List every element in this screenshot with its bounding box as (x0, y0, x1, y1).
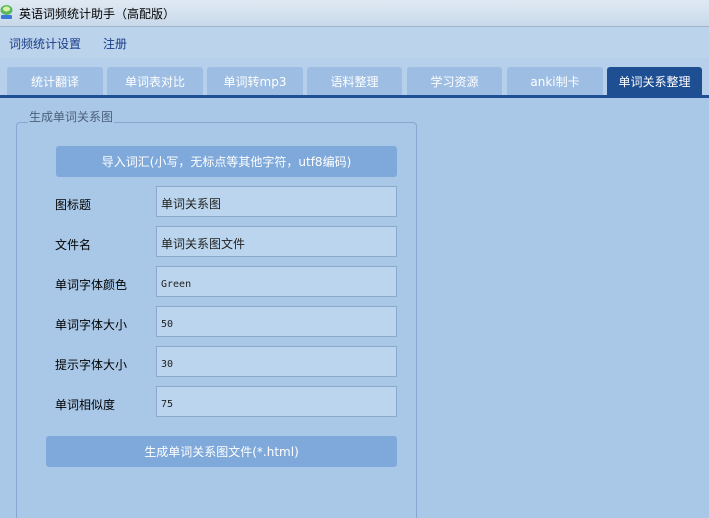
chart-title-input[interactable] (156, 186, 397, 217)
menu-item-register[interactable]: 注册 (103, 35, 127, 52)
menu-bar: 词频统计设置 注册 (0, 27, 709, 58)
window-title: 英语词频统计助手（高配版） (19, 7, 176, 21)
tab-wordlist-compare[interactable]: 单词表对比 (107, 67, 203, 95)
word-font-color-label: 单词字体颜色 (55, 278, 128, 292)
tab-bar: 统计翻译 单词表对比 单词转mp3 语料整理 学习资源 anki制卡 单词关系整… (0, 58, 709, 98)
chart-title-label: 图标题 (55, 198, 92, 212)
import-vocabulary-button[interactable]: 导入词汇(小写，无标点等其他字符，utf8编码) (56, 146, 397, 177)
word-font-color-input[interactable] (156, 266, 397, 297)
tab-label: 学习资源 (430, 74, 479, 89)
tab-word-relations[interactable]: 单词关系整理 (607, 67, 702, 95)
tab-learning-resources[interactable]: 学习资源 (407, 67, 502, 95)
file-name-input[interactable] (156, 226, 397, 257)
generate-relation-file-button[interactable]: 生成单词关系图文件(*.html) (46, 436, 397, 467)
menu-item-frequency-settings[interactable]: 词频统计设置 (9, 35, 81, 52)
word-similarity-label: 单词相似度 (55, 398, 116, 412)
hint-font-size-input[interactable] (156, 346, 397, 377)
tab-label: 单词表对比 (124, 74, 185, 89)
tab-word-to-mp3[interactable]: 单词转mp3 (207, 67, 303, 95)
tab-label: anki制卡 (530, 74, 580, 89)
group-title: 生成单词关系图 (28, 108, 115, 125)
word-similarity-input[interactable] (156, 386, 397, 417)
tab-statistics-translation[interactable]: 统计翻译 (7, 67, 103, 95)
title-bar: 英语词频统计助手（高配版） (0, 0, 709, 27)
hint-font-size-label: 提示字体大小 (55, 358, 128, 372)
word-font-size-input[interactable] (156, 306, 397, 337)
tab-anki-cards[interactable]: anki制卡 (507, 67, 603, 95)
app-logo-icon (0, 4, 13, 20)
tab-label: 统计翻译 (30, 74, 79, 89)
tab-label: 语料整理 (330, 74, 379, 89)
tab-label: 单词关系整理 (618, 74, 691, 89)
tab-corpus-organize[interactable]: 语料整理 (307, 67, 402, 95)
file-name-label: 文件名 (55, 238, 92, 252)
tab-content-panel: 生成单词关系图 导入词汇(小写，无标点等其他字符，utf8编码) 图标题 文件名… (0, 98, 709, 518)
word-font-size-label: 单词字体大小 (55, 318, 128, 332)
tab-label: 单词转mp3 (223, 74, 287, 89)
